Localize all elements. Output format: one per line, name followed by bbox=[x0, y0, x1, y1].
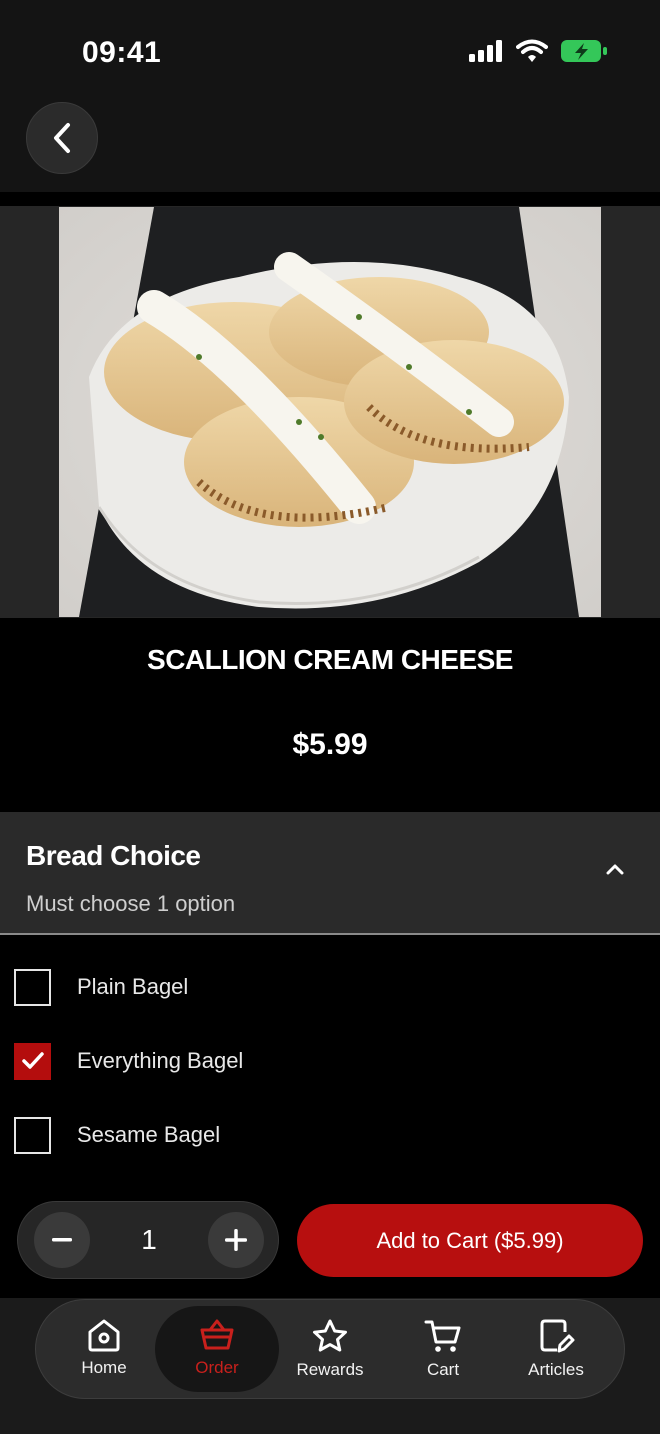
back-button[interactable] bbox=[26, 102, 98, 174]
nav-label: Home bbox=[81, 1358, 127, 1377]
option-sesame-bagel[interactable]: Sesame Bagel bbox=[14, 1115, 220, 1155]
product-price: $5.99 bbox=[292, 728, 368, 761]
nav-articles[interactable]: Articles bbox=[494, 1306, 618, 1392]
chevron-left-icon bbox=[54, 123, 70, 153]
nav-home[interactable]: Home bbox=[42, 1306, 166, 1392]
option-everything-bagel[interactable]: Everything Bagel bbox=[14, 1041, 243, 1081]
checkbox[interactable] bbox=[14, 968, 51, 1006]
nav-label: Cart bbox=[426, 1360, 460, 1379]
option-label: Plain Bagel bbox=[77, 974, 189, 999]
checkbox[interactable] bbox=[14, 1116, 51, 1154]
cart-icon bbox=[424, 1320, 461, 1352]
wifi-icon bbox=[516, 39, 548, 62]
option-plain-bagel[interactable]: Plain Bagel bbox=[14, 967, 188, 1007]
checkmark-icon bbox=[21, 1052, 44, 1069]
product-photo bbox=[59, 207, 601, 617]
star-icon bbox=[313, 1319, 347, 1352]
section-requirement: Must choose 1 option bbox=[26, 891, 236, 916]
section-title: Bread Choice bbox=[26, 840, 201, 871]
increase-button[interactable] bbox=[208, 1212, 264, 1268]
product-name: SCALLION CREAM CHEESE bbox=[147, 644, 513, 675]
bread-choice-header[interactable]: Bread Choice Must choose 1 option bbox=[0, 812, 660, 935]
status-time: 09:41 bbox=[82, 36, 162, 69]
plus-icon bbox=[225, 1229, 247, 1251]
option-label: Sesame Bagel bbox=[77, 1122, 221, 1147]
nav-order[interactable]: Order bbox=[155, 1306, 279, 1392]
header-bar bbox=[0, 0, 660, 192]
battery-charging-icon bbox=[561, 40, 607, 62]
add-to-cart-button[interactable]: Add to Cart ($5.99) bbox=[297, 1204, 643, 1277]
chevron-up-icon[interactable] bbox=[606, 862, 624, 876]
option-label: Everything Bagel bbox=[77, 1048, 244, 1073]
basket-icon bbox=[200, 1319, 234, 1350]
nav-cart[interactable]: Cart bbox=[381, 1306, 505, 1392]
quantity-stepper: 1 bbox=[17, 1201, 279, 1279]
nav-rewards[interactable]: Rewards bbox=[268, 1306, 392, 1392]
nav-label: Order bbox=[195, 1358, 239, 1377]
signal-icon bbox=[469, 40, 502, 62]
nav-label: Articles bbox=[528, 1360, 584, 1379]
checkbox-checked[interactable] bbox=[14, 1042, 51, 1080]
status-icons bbox=[468, 38, 608, 64]
home-icon bbox=[88, 1319, 120, 1352]
article-edit-icon bbox=[540, 1319, 575, 1353]
nav-label: Rewards bbox=[296, 1360, 364, 1379]
